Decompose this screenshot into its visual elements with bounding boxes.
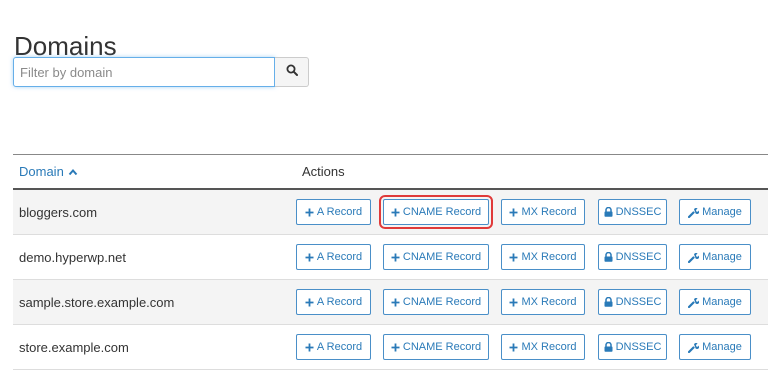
dnssec-label: DNSSEC [615, 341, 662, 353]
manage-button[interactable]: Manage [679, 334, 751, 360]
row-actions: A Record CNAME Record MX Record DNSSEC M… [296, 334, 751, 360]
cname-record-label: CNAME Record [402, 251, 482, 263]
a-record-button[interactable]: A Record [296, 199, 371, 225]
mx-record-button[interactable]: MX Record [501, 289, 585, 315]
domain-name: sample.store.example.com [19, 294, 175, 310]
table-row: demo.hyperwp.net A Record CNAME Record M… [13, 235, 768, 280]
domain-name: demo.hyperwp.net [19, 249, 126, 265]
plus-icon [391, 253, 400, 262]
manage-label: Manage [702, 206, 742, 218]
dnssec-button[interactable]: DNSSEC [598, 289, 667, 315]
a-record-label: A Record [316, 341, 363, 353]
a-record-button[interactable]: A Record [296, 334, 371, 360]
dnssec-button[interactable]: DNSSEC [598, 244, 667, 270]
row-actions: A Record CNAME Record MX Record DNSSEC M… [296, 195, 751, 229]
mx-record-label: MX Record [521, 251, 577, 263]
actions-column-header: Actions [302, 164, 345, 179]
a-record-button[interactable]: A Record [296, 289, 371, 315]
plus-icon [305, 298, 314, 307]
cname-record-button[interactable]: CNAME Record [383, 244, 489, 270]
table-row: sample.store.example.com A Record CNAME … [13, 280, 768, 325]
wrench-icon [688, 207, 700, 218]
sort-domain-header[interactable]: Domain [13, 164, 302, 179]
domains-table: Domain Actions bloggers.com A Record CNA… [13, 154, 768, 370]
a-record-label: A Record [316, 296, 363, 308]
cname-record-button[interactable]: CNAME Record [379, 195, 493, 229]
manage-label: Manage [702, 296, 742, 308]
a-record-label: A Record [316, 206, 363, 218]
mx-record-button[interactable]: MX Record [501, 244, 585, 270]
mx-record-button[interactable]: MX Record [501, 334, 585, 360]
chevron-up-icon [68, 164, 78, 179]
lock-icon [604, 207, 613, 217]
a-record-label: A Record [316, 251, 363, 263]
lock-icon [604, 297, 613, 307]
domain-name: store.example.com [19, 339, 129, 355]
cname-record-button[interactable]: CNAME Record [383, 334, 489, 360]
lock-icon [604, 252, 613, 262]
table-header: Domain Actions [13, 155, 768, 190]
mx-record-label: MX Record [521, 341, 577, 353]
manage-label: Manage [702, 341, 742, 353]
mx-record-button[interactable]: MX Record [501, 199, 585, 225]
wrench-icon [688, 297, 700, 308]
dnssec-button[interactable]: DNSSEC [598, 334, 667, 360]
cname-record-label: CNAME Record [402, 296, 482, 308]
cname-record-label: CNAME Record [402, 341, 482, 353]
plus-icon [305, 343, 314, 352]
dnssec-label: DNSSEC [615, 251, 662, 263]
plus-icon [509, 253, 518, 262]
plus-icon [305, 208, 314, 217]
dnssec-label: DNSSEC [615, 206, 662, 218]
row-actions: A Record CNAME Record MX Record DNSSEC M… [296, 289, 751, 315]
search-input[interactable] [13, 57, 275, 87]
search-icon [286, 63, 298, 81]
mx-record-label: MX Record [521, 206, 577, 218]
wrench-icon [688, 252, 700, 263]
table-row: bloggers.com A Record CNAME Record MX Re… [13, 190, 768, 235]
plus-icon [391, 343, 400, 352]
domain-name: bloggers.com [19, 204, 98, 220]
table-row: store.example.com A Record CNAME Record … [13, 325, 768, 370]
manage-label: Manage [702, 251, 742, 263]
wrench-icon [688, 342, 700, 353]
plus-icon [305, 253, 314, 262]
plus-icon [509, 343, 518, 352]
dnssec-label: DNSSEC [615, 296, 662, 308]
mx-record-label: MX Record [521, 296, 577, 308]
plus-icon [391, 208, 400, 217]
plus-icon [509, 298, 518, 307]
search-button[interactable] [275, 57, 309, 87]
cname-record-button[interactable]: CNAME Record [383, 289, 489, 315]
domain-column-header: Domain [19, 164, 64, 179]
row-actions: A Record CNAME Record MX Record DNSSEC M… [296, 244, 751, 270]
search-bar [13, 57, 309, 87]
manage-button[interactable]: Manage [679, 289, 751, 315]
a-record-button[interactable]: A Record [296, 244, 371, 270]
manage-button[interactable]: Manage [679, 199, 751, 225]
dnssec-button[interactable]: DNSSEC [598, 199, 667, 225]
lock-icon [604, 342, 613, 352]
manage-button[interactable]: Manage [679, 244, 751, 270]
plus-icon [391, 298, 400, 307]
plus-icon [509, 208, 518, 217]
cname-record-label: CNAME Record [402, 206, 482, 218]
